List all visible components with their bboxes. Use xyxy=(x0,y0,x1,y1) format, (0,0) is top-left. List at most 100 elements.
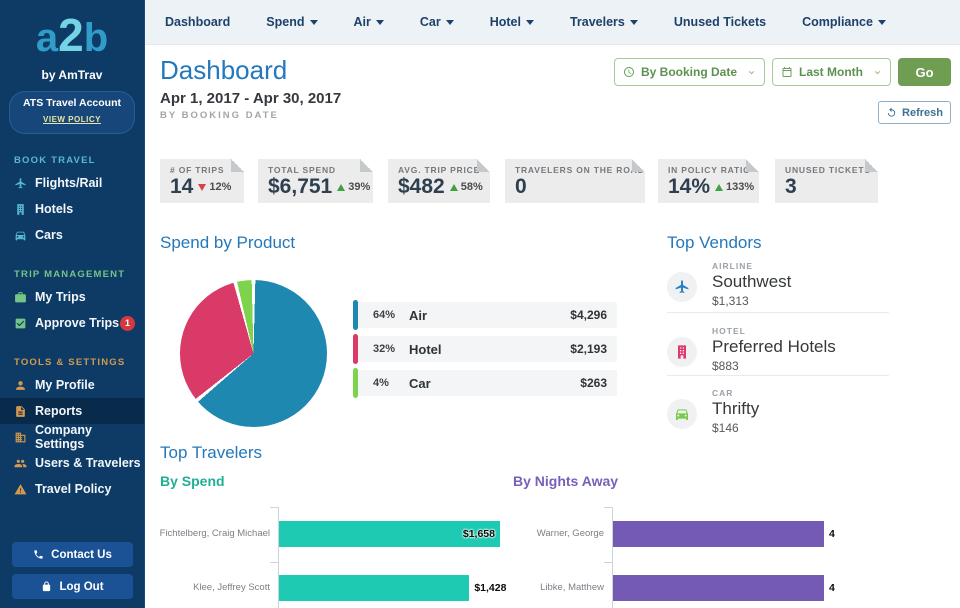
nav-travelers[interactable]: Travelers xyxy=(570,15,638,29)
sidebar-item-label: Travel Policy xyxy=(35,482,111,496)
period-dropdown-value: Last Month xyxy=(799,65,863,79)
folded-corner xyxy=(231,159,244,172)
account-box: ATS Travel Account VIEW POLICY xyxy=(9,91,135,134)
legend-row-air: 64% Air $4,296 xyxy=(353,302,617,328)
caret-down-icon xyxy=(526,20,534,25)
legend-swatch-air xyxy=(353,300,358,330)
logo-letter-a: a xyxy=(36,16,58,60)
kpi-value: 14 xyxy=(170,176,193,198)
top-vendors-heading: Top Vendors xyxy=(667,233,762,253)
kpi-trend: 58% xyxy=(450,181,483,193)
bar-value-label: 4 xyxy=(829,582,835,594)
main-content: Dashboard Apr 1, 2017 - Apr 30, 2017 BY … xyxy=(145,45,960,608)
legend-label: Hotel xyxy=(409,342,442,357)
account-name: ATS Travel Account xyxy=(12,97,132,109)
nav-label: Car xyxy=(420,15,441,29)
top-navigation: Dashboard Spend Air Car Hotel Travelers … xyxy=(145,0,960,45)
bar-value-label: 4 xyxy=(829,528,835,540)
legend-amount: $2,193 xyxy=(570,342,607,356)
legend-amount: $263 xyxy=(580,376,607,390)
sidebar-item-my-profile[interactable]: My Profile xyxy=(0,372,144,398)
logo-letter-b: b xyxy=(84,16,108,60)
sidebar-item-label: My Trips xyxy=(35,290,86,304)
kpi-trend: 133% xyxy=(715,181,754,193)
booking-date-dropdown[interactable]: By Booking Date xyxy=(614,58,765,86)
nav-label: Travelers xyxy=(570,15,625,29)
log-out-button[interactable]: Log Out xyxy=(12,574,133,599)
refresh-button[interactable]: Refresh xyxy=(878,101,951,124)
by-spend-subheading: By Spend xyxy=(160,473,225,489)
axis-tick xyxy=(270,562,278,563)
nav-hotel[interactable]: Hotel xyxy=(490,15,534,29)
nav-air[interactable]: Air xyxy=(354,15,384,29)
users-icon xyxy=(14,457,27,470)
sidebar-item-label: Company Settings xyxy=(35,423,144,451)
hotel-icon xyxy=(667,337,697,367)
sidebar: a2b by AmTrav ATS Travel Account VIEW PO… xyxy=(0,0,145,608)
plane-icon xyxy=(667,272,697,302)
log-out-label: Log Out xyxy=(59,581,103,593)
nav-label: Hotel xyxy=(490,15,521,29)
sidebar-item-label: Approve Trips xyxy=(35,316,119,330)
kpi-value: 3 xyxy=(785,176,797,198)
sidebar-item-company-settings[interactable]: Company Settings xyxy=(0,424,144,450)
sidebar-item-users-travelers[interactable]: Users & Travelers xyxy=(0,450,144,476)
legend-amount: $4,296 xyxy=(570,308,607,322)
kpi-travelers-on-road: TRAVELERS ON THE ROAD 0 xyxy=(505,159,645,203)
chevron-down-icon xyxy=(873,68,882,77)
sidebar-item-label: Cars xyxy=(35,228,63,242)
kpi-label: IN POLICY RATIO xyxy=(668,165,751,175)
sidebar-item-cars[interactable]: Cars xyxy=(0,222,144,248)
kpi-delta: 133% xyxy=(726,181,754,193)
go-button[interactable]: Go xyxy=(898,58,951,86)
legend-swatch-car xyxy=(353,368,358,398)
axis-tick xyxy=(270,507,278,508)
nav-label: Compliance xyxy=(802,15,873,29)
sidebar-item-approve-trips[interactable]: Approve Trips 1 xyxy=(0,310,144,336)
folded-corner xyxy=(477,159,490,172)
nav-unused-tickets[interactable]: Unused Tickets xyxy=(674,15,766,29)
kpi-value: 14% xyxy=(668,176,710,198)
kpi-value: 0 xyxy=(515,176,527,198)
nav-spend[interactable]: Spend xyxy=(266,15,317,29)
caret-down-icon xyxy=(878,20,886,25)
section-title-book-travel: BOOK TRAVEL xyxy=(0,155,144,166)
vendor-divider xyxy=(667,375,889,376)
legend-percent: 4% xyxy=(373,377,409,389)
building-icon xyxy=(14,431,27,444)
by-nights-away-bar-chart: Warner, George Libke, Matthew 4 4 xyxy=(487,500,960,608)
view-policy-link[interactable]: VIEW POLICY xyxy=(43,115,101,124)
contact-us-button[interactable]: Contact Us xyxy=(12,542,133,567)
spend-by-product-heading: Spend by Product xyxy=(160,233,295,253)
nav-compliance[interactable]: Compliance xyxy=(802,15,886,29)
vendor-category: HOTEL xyxy=(712,326,907,336)
vendor-preferred-hotels: HOTEL Preferred Hotels $883 xyxy=(667,326,907,373)
sidebar-item-flights-rail[interactable]: Flights/Rail xyxy=(0,170,144,196)
warning-icon xyxy=(14,483,27,496)
vendor-divider xyxy=(667,312,889,313)
period-dropdown[interactable]: Last Month xyxy=(772,58,891,86)
sidebar-item-hotels[interactable]: Hotels xyxy=(0,196,144,222)
approve-trips-badge: 1 xyxy=(120,316,135,331)
user-icon xyxy=(14,379,27,392)
sidebar-item-label: Users & Travelers xyxy=(35,456,141,470)
section-title-trip-management: TRIP MANAGEMENT xyxy=(0,269,144,280)
logo-byline: by AmTrav xyxy=(0,68,144,82)
bar-category-label: Warner, George xyxy=(487,528,604,539)
sidebar-item-travel-policy[interactable]: Travel Policy xyxy=(0,476,144,502)
vendor-name: Preferred Hotels xyxy=(712,337,907,357)
sidebar-item-my-trips[interactable]: My Trips xyxy=(0,284,144,310)
legend-swatch-hotel xyxy=(353,334,358,364)
bar-category-label: Libke, Matthew xyxy=(487,582,604,593)
nav-car[interactable]: Car xyxy=(420,15,454,29)
by-nights-away-subheading: By Nights Away xyxy=(513,473,618,489)
kpi-num-trips: # OF TRIPS 14 12% xyxy=(160,159,244,203)
axis-tick xyxy=(604,562,612,563)
vendor-category: AIRLINE xyxy=(712,261,907,271)
caret-down-icon xyxy=(310,20,318,25)
section-title-tools-settings: TOOLS & SETTINGS xyxy=(0,357,144,368)
sidebar-item-reports[interactable]: Reports xyxy=(0,398,144,424)
sidebar-item-label: Flights/Rail xyxy=(35,176,102,190)
nav-dashboard[interactable]: Dashboard xyxy=(165,15,230,29)
kpi-label: TRAVELERS ON THE ROAD xyxy=(515,165,637,175)
